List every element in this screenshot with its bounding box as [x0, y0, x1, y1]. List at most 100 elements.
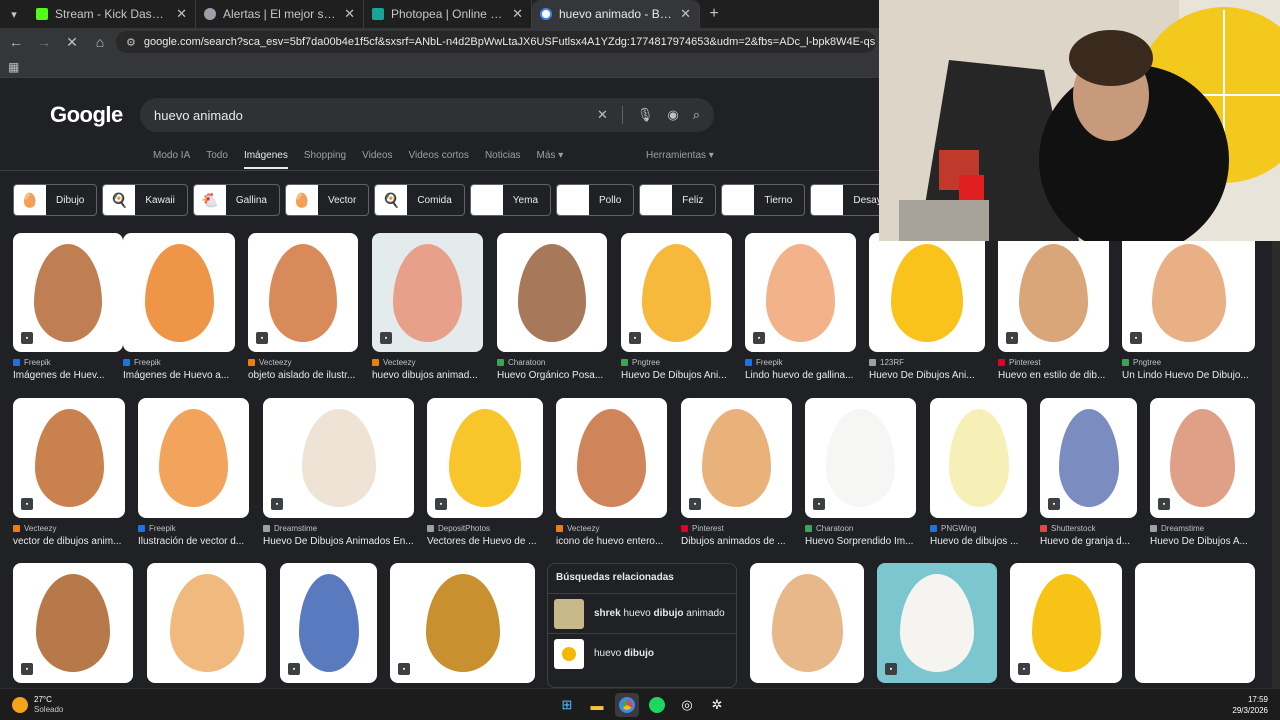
result-source[interactable]: Freepik [138, 524, 249, 533]
result-caption[interactable]: Huevo De Dibujos Ani... [869, 370, 985, 381]
related-item[interactable]: shrek huevo dibujo animado [548, 593, 736, 633]
image-result-card[interactable]: ▪ Freepik Lindo huevo de gallina... [745, 233, 856, 381]
scrollbar[interactable] [1272, 241, 1280, 688]
image-result-card[interactable] [750, 563, 864, 683]
image-result-card[interactable] [1135, 563, 1255, 683]
image-result-card[interactable]: 123RF Huevo De Dibujos Ani... [869, 233, 985, 381]
result-thumbnail[interactable]: ▪ [1150, 398, 1255, 518]
image-result-card[interactable]: ▪ Pngtree Un Lindo Huevo De Dibujo... [1122, 233, 1255, 381]
related-item[interactable]: huevo dibujo [548, 633, 736, 673]
close-icon[interactable]: ✕ [344, 6, 355, 22]
weather-widget[interactable]: 27°C Soleado [0, 695, 63, 715]
result-thumbnail[interactable]: ▪ [13, 233, 123, 352]
tab-videos-cortos[interactable]: Videos cortos [409, 150, 469, 169]
image-result-card[interactable]: ▪ Vecteezy objeto aislado de ilustr... [248, 233, 358, 381]
image-result-card[interactable]: Vecteezy icono de huevo entero... [556, 398, 667, 547]
image-result-card[interactable] [147, 563, 266, 683]
result-caption[interactable]: huevo dibujos animad... [372, 370, 483, 381]
result-caption[interactable]: Imágenes de Huev... [13, 370, 123, 381]
tab-mas[interactable]: Más ▾ [537, 150, 564, 169]
result-thumbnail[interactable]: ▪ [13, 398, 125, 518]
result-source[interactable]: Pngtree [1122, 358, 1255, 367]
result-caption[interactable]: Ilustración de vector d... [138, 536, 249, 547]
result-caption[interactable]: Lindo huevo de gallina... [745, 370, 856, 381]
tab-kick[interactable]: Stream - Kick Dashboard ✕ [28, 0, 196, 28]
home-button[interactable]: ⌂ [88, 30, 112, 54]
result-thumbnail[interactable]: ▪ [805, 398, 916, 518]
chip-tierno[interactable]: Tierno [721, 184, 806, 216]
clear-icon[interactable]: ✕ [597, 107, 608, 123]
file-explorer-icon[interactable]: ▬ [585, 693, 609, 717]
result-caption[interactable]: Huevo de granja d... [1040, 536, 1137, 547]
result-caption[interactable]: icono de huevo entero... [556, 536, 667, 547]
result-source[interactable]: Dreamstime [263, 524, 414, 533]
result-thumbnail[interactable]: ▪ [1010, 563, 1122, 683]
chip-comida[interactable]: 🍳 Comida [374, 184, 465, 216]
close-icon[interactable]: ✕ [176, 6, 187, 22]
result-thumbnail[interactable]: ▪ [621, 233, 732, 352]
result-thumbnail[interactable] [123, 233, 235, 352]
tab-modo-ia[interactable]: Modo IA [153, 150, 190, 169]
result-source[interactable]: 123RF [869, 358, 985, 367]
result-caption[interactable]: Huevo De Dibujos A... [1150, 536, 1255, 547]
result-thumbnail[interactable] [497, 233, 607, 352]
result-thumbnail[interactable]: ▪ [745, 233, 856, 352]
image-result-card[interactable]: ▪ Vecteezy huevo dibujos animad... [372, 233, 483, 381]
image-result-card[interactable]: ▪ Pngtree Huevo De Dibujos Ani... [621, 233, 732, 381]
tab-search-button[interactable]: ▾ [0, 0, 28, 28]
search-icon[interactable]: ⌕ [693, 107, 700, 123]
tab-shopping[interactable]: Shopping [304, 150, 346, 169]
image-result-card[interactable]: ▪ [280, 563, 377, 683]
result-caption[interactable]: objeto aislado de ilustr... [248, 370, 358, 381]
result-thumbnail[interactable]: ▪ [372, 233, 483, 352]
result-source[interactable]: Charatoon [805, 524, 916, 533]
result-thumbnail[interactable]: ▪ [248, 233, 358, 352]
image-result-card[interactable]: ▪ [1010, 563, 1122, 683]
result-thumbnail[interactable]: ▪ [1040, 398, 1137, 518]
result-thumbnail[interactable] [1135, 563, 1255, 683]
image-result-card[interactable]: Charatoon Huevo Orgánico Posa... [497, 233, 607, 381]
result-source[interactable]: Vecteezy [248, 358, 358, 367]
result-thumbnail[interactable] [147, 563, 266, 683]
result-source[interactable]: Dreamstime [1150, 524, 1255, 533]
tab-photopea[interactable]: Photopea | Online Photo Editor ✕ [364, 0, 532, 28]
chip-kawaii[interactable]: 🍳 Kawaii [102, 184, 188, 216]
result-thumbnail[interactable] [138, 398, 249, 518]
chip-pollo[interactable]: Pollo [556, 184, 635, 216]
spotify-icon[interactable] [645, 693, 669, 717]
tab-todo[interactable]: Todo [206, 150, 228, 169]
result-caption[interactable]: Huevo De Dibujos Ani... [621, 370, 732, 381]
result-thumbnail[interactable]: ▪ [998, 233, 1109, 352]
apps-grid-icon[interactable]: ▦ [8, 60, 19, 74]
image-result-card[interactable]: ▪ [13, 563, 133, 683]
result-caption[interactable]: Huevo en estilo de dib... [998, 370, 1109, 381]
chrome-icon[interactable] [615, 693, 639, 717]
tools-button[interactable]: Herramientas ▾ [646, 150, 714, 161]
chip-gallina[interactable]: 🐔 Gallina [192, 184, 280, 216]
result-thumbnail[interactable]: ▪ [427, 398, 543, 518]
result-caption[interactable]: Huevo Orgánico Posa... [497, 370, 607, 381]
image-result-card[interactable]: ▪ Dreamstime Huevo De Dibujos A... [1150, 398, 1255, 547]
result-caption[interactable]: Huevo de dibujos ... [930, 536, 1027, 547]
result-thumbnail[interactable]: ▪ [1122, 233, 1255, 352]
result-caption[interactable]: Un Lindo Huevo De Dibujo... [1122, 370, 1255, 381]
chip-dibujo[interactable]: 🥚 Dibujo [13, 184, 98, 216]
result-caption[interactable]: Huevo De Dibujos Animados En... [263, 536, 414, 547]
image-result-card[interactable]: Freepik Imágenes de Huevo a... [123, 233, 235, 381]
result-caption[interactable]: Dibujos animados de ... [681, 536, 792, 547]
result-thumbnail[interactable]: ▪ [263, 398, 414, 518]
result-thumbnail[interactable]: ▪ [280, 563, 377, 683]
close-icon[interactable]: ✕ [512, 6, 523, 22]
result-thumbnail[interactable]: ▪ [877, 563, 997, 683]
result-source[interactable]: Freepik [123, 358, 235, 367]
site-info-icon[interactable]: ⚙ [126, 36, 136, 49]
result-source[interactable]: Vecteezy [372, 358, 483, 367]
new-tab-button[interactable]: + [700, 5, 728, 23]
chip-vector[interactable]: 🥚 Vector [284, 184, 370, 216]
result-thumbnail[interactable] [750, 563, 864, 683]
result-source[interactable]: Vecteezy [556, 524, 667, 533]
search-input[interactable]: huevo animado [154, 108, 597, 123]
image-result-card[interactable]: ▪ Charatoon Huevo Sorprendido Im... [805, 398, 916, 547]
stop-button[interactable]: ✕ [60, 30, 84, 54]
image-result-card[interactable]: PNGWing Huevo de dibujos ... [930, 398, 1027, 547]
